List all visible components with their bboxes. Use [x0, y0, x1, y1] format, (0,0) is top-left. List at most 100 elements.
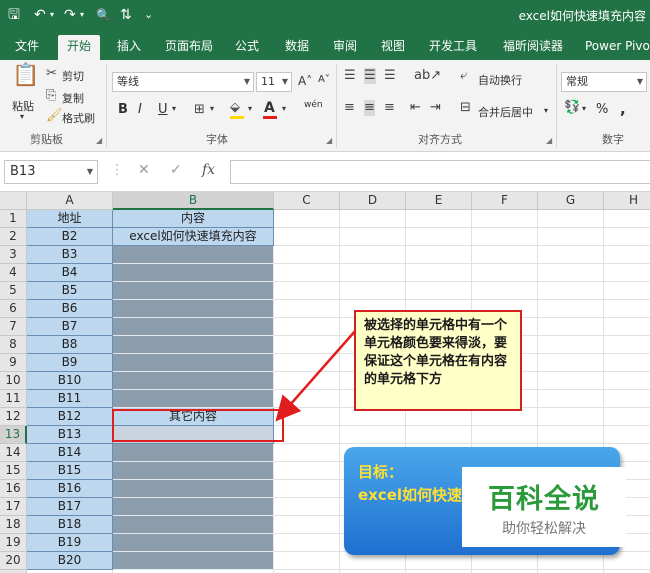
cell-a9[interactable]: B9 [27, 354, 113, 372]
cell-h9[interactable] [604, 354, 650, 372]
row-header-12[interactable]: 12 [0, 408, 27, 426]
undo-icon[interactable]: ↶ [34, 6, 46, 24]
tab-power-pivot[interactable]: Power Pivot [576, 35, 650, 60]
cell-h10[interactable] [604, 372, 650, 390]
cell-g3[interactable] [538, 246, 604, 264]
cell-h8[interactable] [604, 336, 650, 354]
cell-h4[interactable] [604, 264, 650, 282]
cell-c18[interactable] [274, 516, 340, 534]
cell-g4[interactable] [538, 264, 604, 282]
cell-c3[interactable] [274, 246, 340, 264]
grow-font-button[interactable]: A˄ [298, 74, 312, 88]
cell-b10[interactable] [113, 372, 274, 390]
cell-b5[interactable] [113, 282, 274, 300]
font-size-select[interactable]: 11 ▼ [256, 72, 292, 92]
cell-c10[interactable] [274, 372, 340, 390]
cell-b18[interactable] [113, 516, 274, 534]
underline-dropdown-icon[interactable]: ▾ [172, 104, 176, 113]
more-options-icon[interactable]: ⋮ [110, 162, 124, 178]
tab-page-layout[interactable]: 页面布局 [156, 35, 222, 60]
cell-b17[interactable] [113, 498, 274, 516]
row-header-10[interactable]: 10 [0, 372, 27, 390]
row-header-11[interactable]: 11 [0, 390, 27, 408]
cell-f5[interactable] [472, 282, 538, 300]
cell-g2[interactable] [538, 228, 604, 246]
merge-center-button[interactable]: 合并后居中 [478, 104, 533, 120]
font-color-icon[interactable]: A [264, 100, 275, 116]
cell-e5[interactable] [406, 282, 472, 300]
font-name-select[interactable]: 等线 ▼ [112, 72, 254, 92]
cell-e4[interactable] [406, 264, 472, 282]
cell-b16[interactable] [113, 480, 274, 498]
cell-c14[interactable] [274, 444, 340, 462]
column-header-g[interactable]: G [538, 192, 604, 210]
cell-e13[interactable] [406, 426, 472, 444]
bold-button[interactable]: B [118, 102, 128, 117]
column-header-f[interactable]: F [472, 192, 538, 210]
cell-b20[interactable] [113, 552, 274, 570]
cell-c16[interactable] [274, 480, 340, 498]
cell-h11[interactable] [604, 390, 650, 408]
cell-d4[interactable] [340, 264, 406, 282]
row-header-15[interactable]: 15 [0, 462, 27, 480]
print-preview-icon[interactable]: 🔍 [96, 6, 111, 24]
cell-a14[interactable]: B14 [27, 444, 113, 462]
format-painter-icon[interactable]: 🖌 [46, 108, 63, 124]
clipboard-launcher-icon[interactable]: ◢ [96, 136, 102, 145]
font-launcher-icon[interactable]: ◢ [326, 136, 332, 145]
row-header-1[interactable]: 1 [0, 210, 27, 228]
undo-dropdown-icon[interactable]: ▾ [50, 6, 54, 24]
cell-g13[interactable] [538, 426, 604, 444]
increase-indent-icon[interactable]: ⇥ [430, 100, 441, 116]
sort-icon[interactable]: ⇅ [120, 6, 132, 24]
cell-g1[interactable] [538, 210, 604, 228]
align-center-icon[interactable]: ≡ [364, 100, 375, 116]
cell-f1[interactable] [472, 210, 538, 228]
cell-b1[interactable]: 内容 [113, 210, 274, 228]
cell-d13[interactable] [340, 426, 406, 444]
cell-a18[interactable]: B18 [27, 516, 113, 534]
align-middle-icon[interactable]: ☰ [364, 68, 376, 84]
redo-dropdown-icon[interactable]: ▾ [80, 6, 84, 24]
cell-b6[interactable] [113, 300, 274, 318]
tab-file[interactable]: 文件 [6, 35, 48, 60]
cell-c6[interactable] [274, 300, 340, 318]
cell-a6[interactable]: B6 [27, 300, 113, 318]
tab-view[interactable]: 视图 [372, 35, 414, 60]
cell-g7[interactable] [538, 318, 604, 336]
column-header-b[interactable]: B [113, 192, 274, 210]
row-header-3[interactable]: 3 [0, 246, 27, 264]
cell-f13[interactable] [472, 426, 538, 444]
cell-c9[interactable] [274, 354, 340, 372]
row-header-20[interactable]: 20 [0, 552, 27, 570]
cell-f3[interactable] [472, 246, 538, 264]
align-bottom-icon[interactable]: ☰ [384, 68, 396, 84]
cell-h7[interactable] [604, 318, 650, 336]
cell-h6[interactable] [604, 300, 650, 318]
cell-a16[interactable]: B16 [27, 480, 113, 498]
cell-b4[interactable] [113, 264, 274, 282]
cell-d1[interactable] [340, 210, 406, 228]
select-all-corner[interactable] [0, 192, 27, 210]
column-header-h[interactable]: H [604, 192, 650, 210]
paste-icon[interactable]: 📋 [12, 65, 39, 87]
wrap-text-icon[interactable]: ⤶ [460, 68, 467, 84]
cell-g10[interactable] [538, 372, 604, 390]
cell-c15[interactable] [274, 462, 340, 480]
tab-developer[interactable]: 开发工具 [420, 35, 486, 60]
cell-b19[interactable] [113, 534, 274, 552]
cell-b14[interactable] [113, 444, 274, 462]
insert-function-icon[interactable]: fx [202, 162, 215, 178]
align-top-icon[interactable]: ☰ [344, 68, 356, 84]
cell-c20[interactable] [274, 552, 340, 570]
cell-a5[interactable]: B5 [27, 282, 113, 300]
accounting-dropdown-icon[interactable]: ▾ [582, 104, 586, 113]
cell-a12[interactable]: B12 [27, 408, 113, 426]
save-icon[interactable]: 🖫 [8, 6, 20, 24]
cell-c19[interactable] [274, 534, 340, 552]
fill-color-icon[interactable]: ⬙ [230, 100, 240, 116]
column-header-e[interactable]: E [406, 192, 472, 210]
alignment-launcher-icon[interactable]: ◢ [546, 136, 552, 145]
column-header-a[interactable]: A [27, 192, 113, 210]
cell-g9[interactable] [538, 354, 604, 372]
